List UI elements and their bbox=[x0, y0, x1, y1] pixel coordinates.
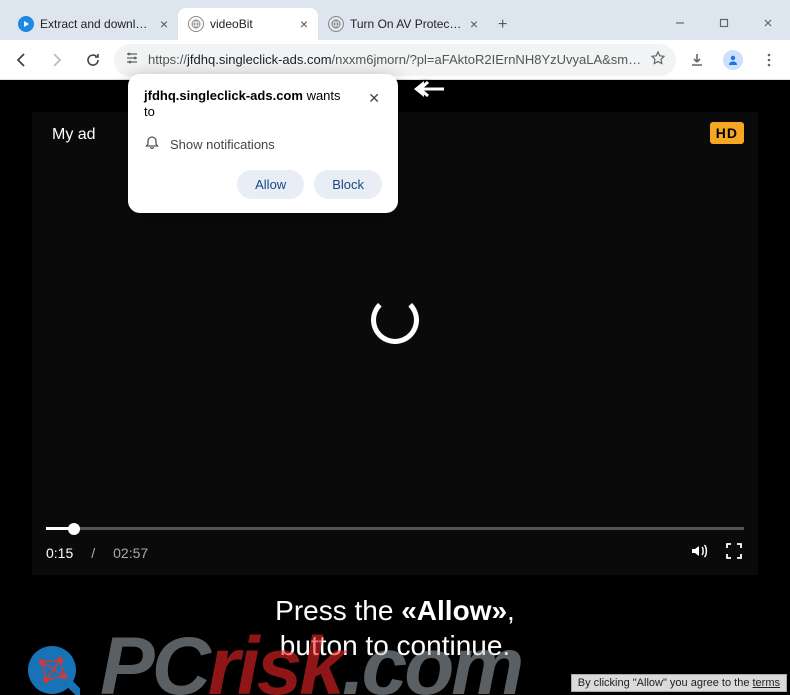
cta-text: Press the «Allow», button to continue. bbox=[0, 593, 790, 663]
download-icon[interactable] bbox=[682, 45, 712, 75]
bell-icon bbox=[144, 135, 160, 154]
progress-thumb[interactable] bbox=[68, 523, 80, 535]
maximize-button[interactable] bbox=[702, 6, 746, 40]
close-icon[interactable]: ✕ bbox=[366, 88, 382, 109]
tab-0[interactable]: Extract and download audio an × bbox=[8, 8, 178, 40]
reload-button[interactable] bbox=[78, 45, 108, 75]
forward-button[interactable] bbox=[42, 45, 72, 75]
permission-label: Show notifications bbox=[170, 137, 275, 152]
minimize-button[interactable] bbox=[658, 6, 702, 40]
menu-button[interactable] bbox=[754, 45, 784, 75]
allow-button[interactable]: Allow bbox=[237, 170, 304, 199]
tab-1[interactable]: videoBit × bbox=[178, 8, 318, 40]
globe-icon bbox=[328, 16, 344, 32]
user-icon bbox=[723, 50, 743, 70]
notification-permission-dialog: jfdhq.singleclick-ads.com wants to ✕ Sho… bbox=[128, 74, 398, 213]
volume-icon[interactable] bbox=[688, 540, 710, 565]
permission-row: Show notifications bbox=[144, 135, 382, 154]
terms-disclaimer: By clicking "Allow" you agree to the ter… bbox=[571, 674, 787, 692]
terms-link[interactable]: terms bbox=[753, 677, 781, 689]
block-button[interactable]: Block bbox=[314, 170, 382, 199]
close-icon[interactable]: × bbox=[300, 16, 308, 32]
browser-toolbar: https://jfdhq.singleclick-ads.com/nxxm6j… bbox=[0, 40, 790, 80]
current-time: 0:15 bbox=[46, 545, 73, 561]
close-window-button[interactable] bbox=[746, 6, 790, 40]
close-icon[interactable]: × bbox=[470, 16, 478, 32]
new-tab-button[interactable]: + bbox=[488, 10, 517, 40]
star-icon[interactable] bbox=[650, 50, 666, 69]
fullscreen-icon[interactable] bbox=[724, 541, 744, 564]
tab-2[interactable]: Turn On AV Protection × bbox=[318, 8, 488, 40]
player-controls: 0:15 / 02:57 bbox=[32, 519, 758, 575]
annotation-arrow-icon bbox=[412, 78, 446, 105]
tab-title: videoBit bbox=[210, 17, 294, 31]
hd-badge: HD bbox=[710, 122, 744, 144]
tab-title: Extract and download audio an bbox=[40, 17, 154, 31]
address-bar[interactable]: https://jfdhq.singleclick-ads.com/nxxm6j… bbox=[114, 44, 676, 76]
browser-titlebar: Extract and download audio an × videoBit… bbox=[0, 0, 790, 40]
url-text: https://jfdhq.singleclick-ads.com/nxxm6j… bbox=[148, 52, 642, 67]
time-separator: / bbox=[91, 545, 95, 561]
back-button[interactable] bbox=[6, 45, 36, 75]
profile-button[interactable] bbox=[718, 45, 748, 75]
site-settings-icon[interactable] bbox=[124, 50, 140, 69]
window-controls bbox=[658, 6, 790, 40]
globe-icon bbox=[188, 16, 204, 32]
duration: 02:57 bbox=[113, 545, 148, 561]
close-icon[interactable]: × bbox=[160, 16, 168, 32]
progress-bar[interactable] bbox=[46, 527, 744, 530]
play-circle-icon bbox=[18, 16, 34, 32]
loading-spinner-icon bbox=[371, 296, 419, 344]
permission-origin: jfdhq.singleclick-ads.com wants to bbox=[144, 88, 354, 121]
video-title: My ad bbox=[52, 126, 96, 144]
tab-title: Turn On AV Protection bbox=[350, 17, 464, 31]
